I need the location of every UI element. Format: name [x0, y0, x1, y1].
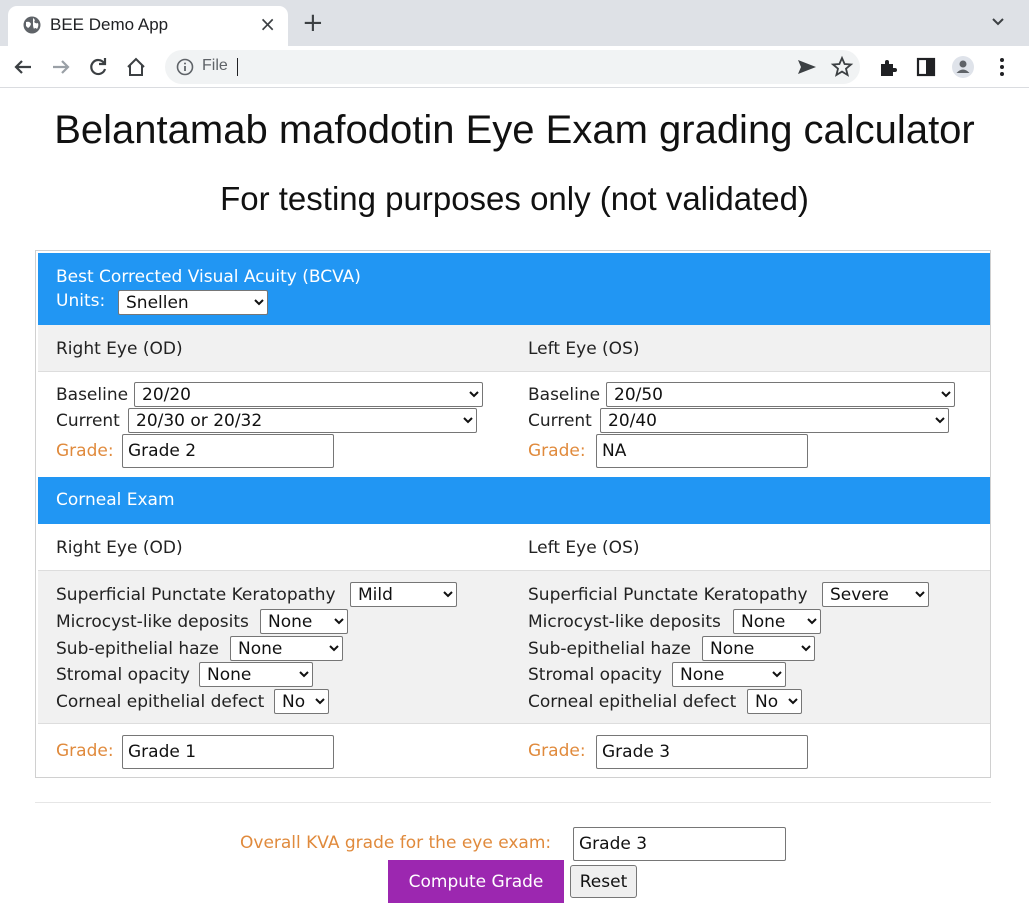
left-spk-select[interactable]: Severe	[822, 582, 929, 607]
left-spk-label: Superficial Punctate Keratopathy	[528, 585, 808, 605]
right-microcyst-select[interactable]: None	[260, 609, 348, 634]
left-bcva-grade-label: Grade:	[528, 441, 586, 461]
address-text: File	[202, 57, 228, 74]
right-baseline-select[interactable]: 20/20	[134, 382, 483, 407]
profile-avatar-icon[interactable]	[951, 55, 975, 79]
left-haze-label: Sub-epithelial haze	[528, 639, 691, 659]
right-defect-label: Corneal epithelial defect	[56, 692, 265, 712]
overall-grade-label: Overall KVA grade for the eye exam:	[240, 833, 552, 853]
reset-button[interactable]: Reset	[570, 865, 637, 898]
left-stromal-select[interactable]: None	[672, 662, 786, 687]
right-current-select[interactable]: 20/30 or 20/32	[128, 408, 477, 433]
left-bcva-grade-field[interactable]	[596, 434, 808, 468]
right-baseline-label: Baseline	[56, 385, 129, 405]
back-arrow-icon[interactable]	[11, 55, 35, 79]
page-subtitle: For testing purposes only (not validated…	[220, 180, 809, 217]
right-corneal-grade-field[interactable]	[122, 735, 334, 769]
right-defect-select[interactable]: No	[274, 689, 329, 714]
bcva-right-eye-heading: Right Eye (OD)	[56, 339, 183, 359]
browser-tabstrip: BEE Demo App × +	[0, 0, 1029, 46]
bcva-section-header: Best Corrected Visual Acuity (BCVA) Unit…	[38, 253, 990, 325]
left-haze-select[interactable]: None	[702, 636, 815, 661]
left-corneal-grade-field[interactable]	[596, 735, 808, 769]
reload-icon[interactable]	[86, 55, 110, 79]
bcva-eye-heading-row: Right Eye (OD) Left Eye (OS)	[38, 325, 990, 371]
home-icon[interactable]	[124, 55, 148, 79]
bcva-title: Best Corrected Visual Acuity (BCVA)	[56, 267, 361, 287]
page-divider	[35, 802, 991, 803]
left-baseline-select[interactable]: 20/50	[606, 382, 955, 407]
corneal-right-eye-heading: Right Eye (OD)	[56, 538, 183, 558]
forward-arrow-icon[interactable]	[49, 55, 73, 79]
send-icon[interactable]	[795, 55, 819, 79]
left-defect-select[interactable]: No	[747, 689, 802, 714]
right-haze-select[interactable]: None	[230, 636, 343, 661]
right-microcyst-label: Microcyst-like deposits	[56, 612, 249, 632]
right-stromal-label: Stromal opacity	[56, 665, 190, 685]
right-corneal-grade-label: Grade:	[56, 741, 114, 761]
left-current-select[interactable]: 20/40	[600, 408, 949, 433]
corneal-section-header: Corneal Exam	[38, 477, 990, 524]
grading-panel: Best Corrected Visual Acuity (BCVA) Unit…	[35, 250, 991, 778]
tab-close-icon[interactable]: ×	[259, 12, 276, 36]
browser-tab[interactable]: BEE Demo App ×	[8, 6, 288, 46]
star-icon[interactable]	[830, 55, 854, 79]
units-select[interactable]: Snellen	[118, 290, 268, 315]
left-defect-label: Corneal epithelial defect	[528, 692, 737, 712]
chevron-down-icon[interactable]	[988, 12, 1008, 32]
new-tab-icon[interactable]: +	[302, 8, 324, 38]
address-bar[interactable]: File	[165, 50, 860, 84]
right-haze-label: Sub-epithelial haze	[56, 639, 219, 659]
left-stromal-label: Stromal opacity	[528, 665, 662, 685]
browser-toolbar: File	[0, 46, 1029, 88]
right-spk-select[interactable]: Mild	[350, 582, 457, 607]
left-baseline-label: Baseline	[528, 385, 601, 405]
right-bcva-grade-field[interactable]	[122, 434, 334, 468]
right-current-label: Current	[56, 411, 120, 431]
globe-icon	[23, 16, 41, 34]
left-microcyst-select[interactable]: None	[733, 609, 821, 634]
address-divider	[237, 58, 238, 76]
kebab-menu-icon[interactable]	[990, 55, 1014, 79]
units-label: Units:	[56, 291, 106, 311]
left-microcyst-label: Microcyst-like deposits	[528, 612, 721, 632]
left-corneal-grade-label: Grade:	[528, 741, 586, 761]
compute-grade-button[interactable]: Compute Grade	[388, 860, 564, 903]
extensions-icon[interactable]	[876, 55, 900, 79]
right-spk-label: Superficial Punctate Keratopathy	[56, 585, 336, 605]
right-bcva-grade-label: Grade:	[56, 441, 114, 461]
left-current-label: Current	[528, 411, 592, 431]
overall-grade-field[interactable]	[573, 827, 786, 861]
corneal-title: Corneal Exam	[56, 490, 175, 510]
corneal-left-eye-heading: Left Eye (OS)	[528, 538, 640, 558]
right-stromal-select[interactable]: None	[199, 662, 313, 687]
bcva-left-eye-heading: Left Eye (OS)	[528, 339, 640, 359]
tab-title: BEE Demo App	[50, 15, 169, 34]
info-icon[interactable]	[176, 58, 194, 76]
divider-line	[38, 371, 990, 372]
corneal-eye-heading-row: Right Eye (OD) Left Eye (OS)	[38, 524, 990, 570]
divider-line	[38, 723, 990, 724]
page-title: Belantamab mafodotin Eye Exam grading ca…	[54, 108, 975, 152]
side-panel-icon[interactable]	[914, 55, 938, 79]
